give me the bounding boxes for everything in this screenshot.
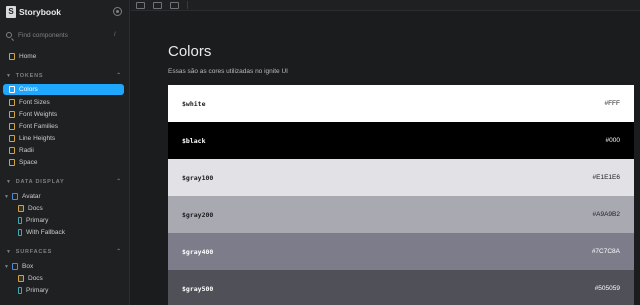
color-swatch: $gray500 #505059 (168, 270, 634, 305)
collapse-toggle-icon[interactable]: ⌃ (116, 72, 122, 79)
story-icon (9, 159, 15, 166)
storybook-logo-icon: S (6, 6, 16, 18)
brand[interactable]: S Storybook (6, 6, 61, 18)
sidebar-item-box-docs[interactable]: Docs (18, 273, 124, 284)
story-icon (9, 53, 15, 60)
color-swatch: $gray100 #E1E1E6 (168, 159, 634, 196)
color-token-name: $black (182, 136, 206, 145)
toolbar-divider (187, 1, 188, 9)
color-hex-value: #505059 (594, 285, 620, 292)
document-icon (18, 275, 24, 282)
document-icon (18, 205, 24, 212)
component-icon (12, 263, 18, 270)
collapse-toggle-icon[interactable]: ⌃ (116, 178, 122, 185)
sidebar-item-font-weights[interactable]: Font Weights (9, 109, 124, 120)
color-swatch: $gray400 #7C7C8A (168, 233, 634, 270)
story-icon (9, 111, 15, 118)
sidebar-item-label: Colors (19, 86, 38, 93)
search-bar: / (6, 29, 122, 41)
bookmark-icon (18, 217, 22, 224)
color-token-name: $white (182, 99, 206, 108)
search-input[interactable] (18, 31, 114, 39)
sidebar-item-avatar-primary[interactable]: Primary (18, 215, 124, 226)
color-swatch: $gray200 #A9A9B2 (168, 196, 634, 233)
color-hex-value: #E1E1E6 (592, 174, 620, 181)
sidebar-item-space[interactable]: Space (9, 157, 124, 168)
sidebar-item-label: Box (22, 263, 34, 270)
zoom-out-icon[interactable] (153, 1, 162, 9)
sidebar-item-radii[interactable]: Radii (9, 145, 124, 156)
chevron-down-icon: ▼ (6, 178, 12, 185)
story-icon (9, 99, 15, 106)
component-icon (12, 193, 18, 200)
color-token-name: $gray200 (182, 210, 214, 219)
color-token-name: $gray100 (182, 173, 214, 182)
sidebar-item-label: Space (19, 159, 38, 166)
bookmark-icon (18, 229, 22, 236)
sidebar-item-label: Primary (26, 217, 49, 224)
sidebar-item-label: With Fallback (26, 229, 66, 236)
chevron-down-icon: ▼ (4, 193, 9, 200)
color-hex-value: #7C7C8A (591, 248, 620, 255)
zoom-in-icon[interactable] (136, 1, 145, 9)
search-icon (6, 32, 12, 38)
color-hex-value: #A9A9B2 (592, 211, 620, 218)
sidebar-item-avatar-docs[interactable]: Docs (18, 203, 124, 214)
story-icon (9, 135, 15, 142)
story-icon (9, 86, 15, 93)
color-token-name: $gray500 (182, 284, 214, 293)
section-title: SURFACES (15, 248, 53, 255)
sidebar-item-label: Font Sizes (19, 99, 50, 106)
story-icon (9, 123, 15, 130)
chevron-down-icon: ▼ (4, 263, 9, 270)
color-token-name: $gray400 (182, 247, 214, 256)
toolbar (131, 0, 640, 11)
sidebar-item-avatar[interactable]: ▼ Avatar (4, 191, 124, 202)
zoom-reset-icon[interactable] (170, 1, 179, 9)
sidebar-item-font-sizes[interactable]: Font Sizes (9, 97, 124, 108)
page-subtitle: Essas são as cores utilizadas no ignite … (168, 68, 288, 75)
sidebar-item-font-families[interactable]: Font Families (9, 121, 124, 132)
sidebar-item-label: Line Heights (19, 135, 56, 142)
bookmark-icon (18, 287, 22, 294)
section-title: TOKENS (15, 72, 44, 79)
sidebar-item-colors[interactable]: Colors (3, 84, 124, 95)
docs-canvas: Colors Essas são as cores utilizadas no … (131, 12, 640, 305)
section-tokens[interactable]: ▼ TOKENS ⌃ (6, 71, 122, 80)
sidebar-item-home[interactable]: Home (9, 51, 124, 62)
sidebar-item-avatar-with-fallback[interactable]: With Fallback (18, 227, 124, 238)
chevron-down-icon: ▼ (6, 248, 12, 255)
color-hex-value: #FFF (604, 100, 620, 107)
sidebar-item-label: Font Weights (19, 111, 58, 118)
settings-gear-icon[interactable] (113, 7, 122, 16)
sidebar-item-label: Primary (26, 287, 49, 294)
sidebar-item-label: Font Families (19, 123, 59, 130)
collapse-toggle-icon[interactable]: ⌃ (116, 248, 122, 255)
story-icon (9, 147, 15, 154)
color-hex-value: #000 (605, 137, 620, 144)
app-name: Storybook (19, 7, 62, 17)
color-swatch: $black #000 (168, 122, 634, 159)
sidebar: S Storybook / Home ▼TOKENS ⌃ Colors Font… (0, 0, 130, 305)
section-data-display[interactable]: ▼ DATA DISPLAY ⌃ (6, 177, 122, 186)
section-title: DATA DISPLAY (15, 178, 65, 185)
sidebar-item-label: Avatar (22, 193, 41, 200)
sidebar-item-label: Docs (28, 205, 43, 212)
color-swatch: $white #FFF (168, 85, 634, 122)
chevron-down-icon: ▼ (6, 72, 12, 79)
sidebar-item-label: Home (19, 53, 37, 60)
sidebar-item-box[interactable]: ▼ Box (4, 261, 124, 272)
sidebar-item-label: Radii (19, 147, 34, 154)
section-surfaces[interactable]: ▼ SURFACES ⌃ (6, 247, 122, 256)
sidebar-item-box-primary[interactable]: Primary (18, 285, 124, 296)
sidebar-item-line-heights[interactable]: Line Heights (9, 133, 124, 144)
page-title: Colors (168, 43, 212, 60)
sidebar-item-label: Docs (28, 275, 43, 282)
search-shortcut: / (114, 32, 116, 38)
